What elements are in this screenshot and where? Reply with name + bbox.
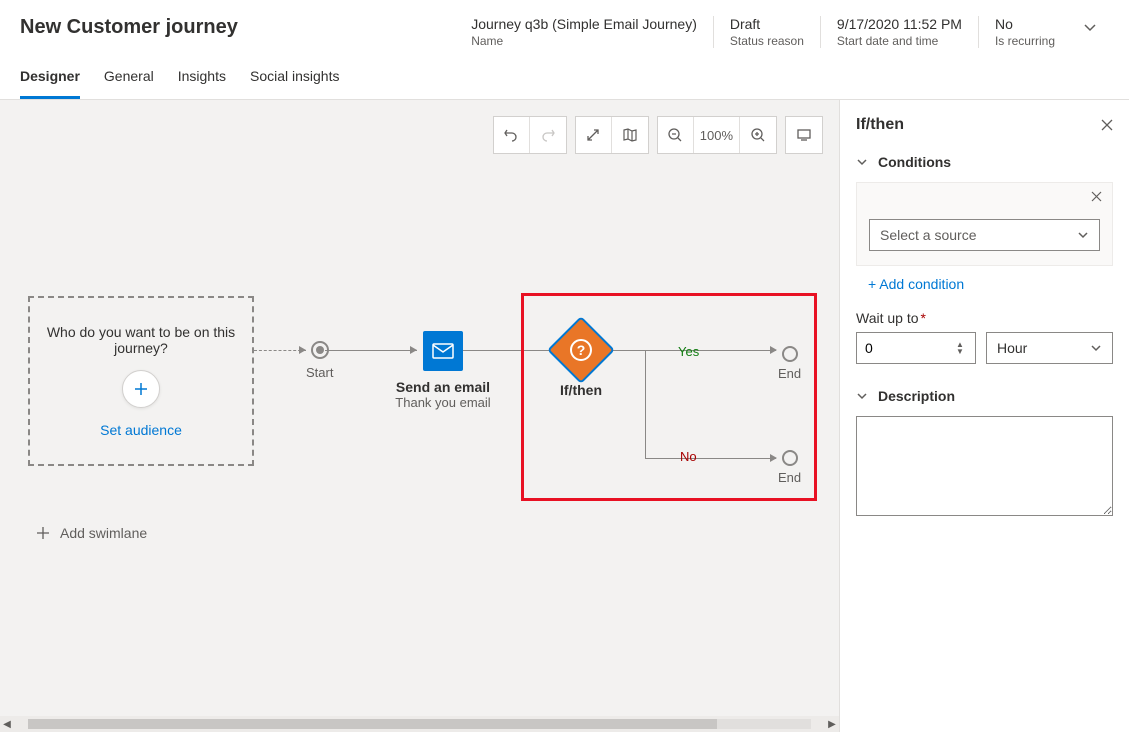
branch-no-label: No [680,449,697,464]
tab-bar: Designer General Insights Social insight… [0,48,1129,100]
page-title: New Customer journey [20,16,455,39]
description-section-toggle[interactable]: Description [856,388,1113,404]
journey-canvas[interactable]: Who do you want to be on this journey? S… [0,100,839,732]
main: 100% Who do you want to be on this journ… [0,100,1129,732]
arrow-icon [770,454,777,462]
set-audience-link[interactable]: Set audience [100,422,182,438]
field-name: Journey q3b (Simple Email Journey) Name [455,16,713,48]
plus-icon [132,380,150,398]
tab-insights[interactable]: Insights [178,68,226,99]
chevron-down-icon[interactable]: ▼ [953,348,967,355]
close-icon [1101,119,1113,131]
email-node[interactable]: Send an email Thank you email [418,331,468,410]
properties-panel: If/then Conditions Select a source + Add… [839,100,1129,732]
header-fields: Journey q3b (Simple Email Journey) Name … [455,16,1109,48]
connector [645,458,776,459]
branch-yes-label: Yes [678,344,699,359]
end-dot-icon [782,450,798,466]
remove-condition-button[interactable] [1091,191,1102,202]
chevron-down-icon [1090,342,1102,354]
field-status: Draft Status reason [713,16,820,48]
tab-social-insights[interactable]: Social insights [250,68,340,99]
end-node-yes[interactable]: End [778,346,801,381]
start-dot-icon [311,341,329,359]
wait-value-input[interactable]: ▲▼ [856,332,976,364]
chevron-down-icon [1083,20,1097,34]
connector [325,350,417,351]
condition-item: Select a source [856,182,1113,266]
wait-label: Wait up to* [856,310,1113,326]
panel-close-button[interactable] [1101,119,1113,131]
arrow-icon [299,346,306,354]
add-condition-link[interactable]: + Add condition [868,276,1113,292]
connector [645,350,646,458]
field-start-date: 9/17/2020 11:52 PM Start date and time [820,16,978,48]
question-icon: ? [570,339,592,361]
add-audience-button[interactable] [122,370,160,408]
arrow-icon [410,346,417,354]
wait-value-field[interactable] [865,340,945,356]
scroll-track[interactable] [28,719,811,729]
end-dot-icon [782,346,798,362]
scroll-thumb[interactable] [28,719,717,729]
horizontal-scrollbar[interactable]: ◀ ▶ [0,716,839,732]
end-node-no[interactable]: End [778,450,801,485]
number-spinner[interactable]: ▲▼ [953,341,967,355]
tab-designer[interactable]: Designer [20,68,80,99]
scroll-right-icon[interactable]: ▶ [825,719,839,730]
wait-unit-select[interactable]: Hour [986,332,1113,364]
condition-diamond: ? [547,316,615,384]
audience-question: Who do you want to be on this journey? [42,324,240,356]
expand-header-button[interactable] [1071,16,1109,38]
field-recurring: No Is recurring [978,16,1071,48]
ifthen-node[interactable]: ? If/then [557,326,605,398]
plus-icon [36,526,50,540]
email-icon [432,343,454,359]
arrow-icon [770,346,777,354]
page-header: New Customer journey Journey q3b (Simple… [0,0,1129,48]
add-swimlane-button[interactable]: Add swimlane [36,525,147,541]
canvas-area: 100% Who do you want to be on this journ… [0,100,839,732]
conditions-section-toggle[interactable]: Conditions [856,154,1113,170]
panel-title: If/then [856,116,904,134]
chevron-down-icon [856,156,868,168]
chevron-down-icon [1077,229,1089,241]
audience-box: Who do you want to be on this journey? S… [28,296,254,466]
start-node[interactable]: Start [306,341,333,380]
chevron-down-icon [856,390,868,402]
close-icon [1091,191,1102,202]
source-select[interactable]: Select a source [869,219,1100,251]
description-textarea[interactable] [856,416,1113,516]
tab-general[interactable]: General [104,68,154,99]
connector [458,350,558,351]
scroll-left-icon[interactable]: ◀ [0,719,14,730]
email-tile [423,331,463,371]
